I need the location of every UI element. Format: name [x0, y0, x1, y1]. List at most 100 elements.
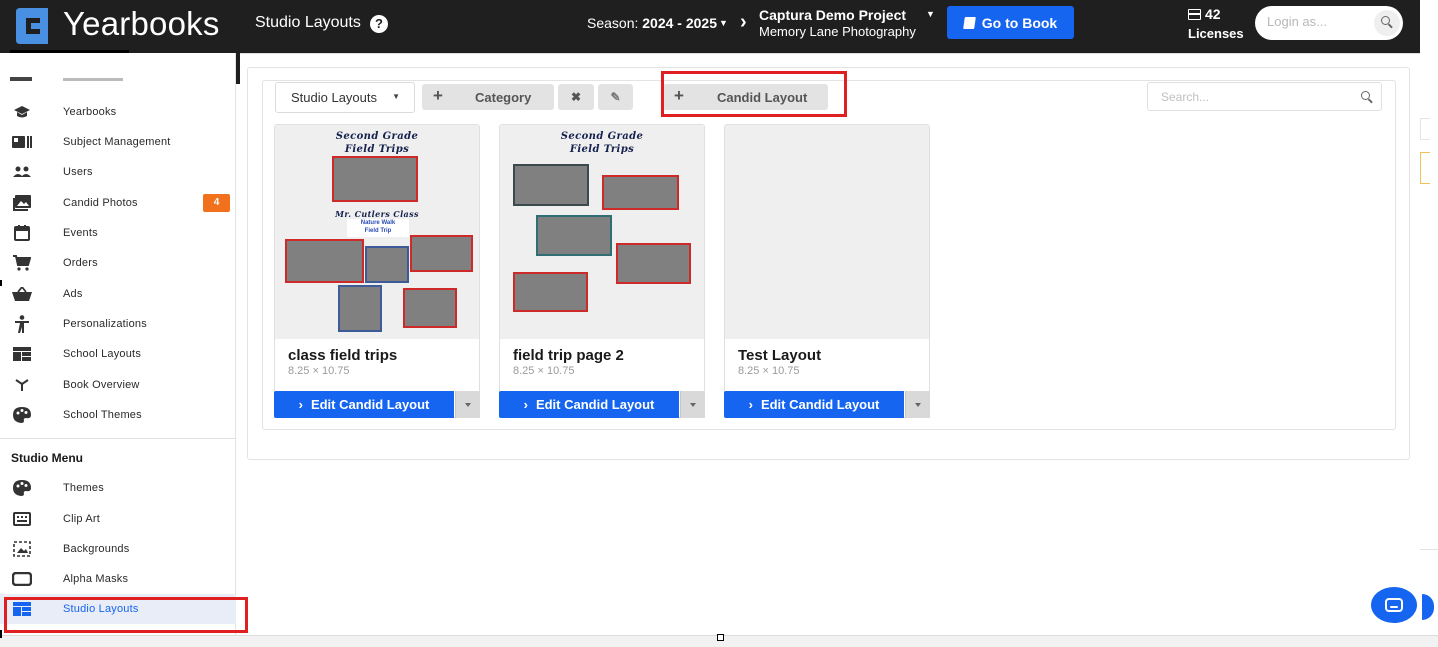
photos-icon [12, 193, 32, 213]
sidebar-item-subject-management[interactable]: Subject Management [0, 127, 236, 157]
sidebar-item-school-themes[interactable]: School Themes [0, 400, 236, 430]
edit-candid-layout-button[interactable]: › Edit Candid Layout [724, 391, 904, 418]
sidebar-item-hidden [63, 78, 123, 81]
sidebar-item-label: Alpha Masks [63, 573, 129, 585]
layout-type-select[interactable]: Studio Layouts ▼ [275, 82, 415, 113]
layout-icon [12, 599, 32, 619]
dashboard-icon [10, 77, 32, 81]
sidebar-item-label: Candid Photos [63, 197, 138, 209]
season-selector[interactable]: Season: 2024 - 2025 ▼ [587, 15, 728, 31]
layout-size: 8.25 × 10.75 [738, 365, 800, 377]
layout-options-dropdown[interactable] [905, 391, 930, 418]
layout-card: Second Grade Field Trips Mr. Cutlers Cla… [274, 124, 480, 418]
thumbnail-title-line: Field Trips [569, 144, 635, 155]
sidebar-item-label: Personalizations [63, 318, 147, 330]
sidebar-item-themes[interactable]: Themes [0, 473, 236, 503]
layout-icon [12, 344, 32, 364]
help-icon[interactable]: ? [370, 15, 388, 33]
sidebar-item-events[interactable]: Events [0, 218, 236, 248]
delete-category-button[interactable]: ✖ [558, 84, 594, 110]
sidebar-item-label: Orders [63, 257, 98, 269]
layout-thumbnail[interactable]: Second Grade Field Trips Mr. Cutlers Cla… [275, 125, 479, 339]
edge-mark [0, 280, 2, 286]
credit-card-icon [1188, 9, 1201, 20]
divider [0, 438, 236, 439]
sidebar-item-label: Studio Layouts [63, 603, 139, 615]
go-to-book-button[interactable]: Go to Book [947, 6, 1074, 39]
caret-down-icon[interactable]: ▼ [926, 9, 935, 19]
layout-card: Second Grade Field Trips field trip page… [499, 124, 705, 418]
photo-placeholder [410, 235, 473, 272]
login-as-input[interactable] [1267, 14, 1367, 29]
photo-placeholder [338, 285, 382, 332]
licenses-indicator: 42 Licenses [1188, 5, 1244, 43]
sidebar-item-ads[interactable]: Ads [0, 279, 236, 309]
layout-type-value: Studio Layouts [291, 90, 378, 105]
rounded-rect-icon [12, 569, 32, 589]
photo-placeholder [365, 246, 409, 283]
sidebar-item-clip-art[interactable]: Clip Art [0, 504, 236, 534]
sidebar-item-label: Yearbooks [63, 106, 117, 118]
layout-name: Test Layout [738, 347, 822, 364]
thumbnail-title: Second Grade Field Trips [275, 130, 479, 156]
add-category-button[interactable]: + Category [422, 84, 554, 110]
edge-panel [1420, 152, 1430, 184]
calendar-icon [12, 223, 32, 243]
plus-icon: + [674, 86, 684, 105]
thumbnail-caption-line: Field Trip [364, 228, 392, 234]
thumbnail-title-line: Field Trips [344, 144, 410, 155]
thumbnail-title: Second Grade Field Trips [500, 130, 704, 156]
season-label: Season: [587, 15, 639, 31]
add-candid-layout-button[interactable]: + Candid Layout [663, 84, 828, 110]
sidebar-item-personalizations[interactable]: Personalizations [0, 309, 236, 339]
photo-placeholder [513, 164, 589, 206]
sidebar-item-yearbooks[interactable]: Yearbooks [0, 97, 236, 127]
thumbnail-title-line: Second Grade [560, 131, 644, 142]
edit-candid-layout-button[interactable]: › Edit Candid Layout [274, 391, 454, 418]
person-icon [12, 314, 32, 334]
project-selector[interactable]: Captura Demo Project Memory Lane Photogr… [759, 7, 916, 39]
sidebar-item-book-overview[interactable]: Book Overview [0, 370, 236, 400]
layout-options-dropdown[interactable] [680, 391, 705, 418]
edit-candid-layout-button[interactable]: › Edit Candid Layout [499, 391, 679, 418]
layout-search-input[interactable] [1161, 90, 1341, 104]
sidebar-item-orders[interactable]: Orders [0, 248, 236, 278]
search-icon[interactable] [1361, 91, 1370, 100]
scroll-thumb[interactable] [717, 634, 724, 641]
season-value: 2024 - 2025 [642, 15, 717, 31]
photo-placeholder [513, 272, 588, 312]
add-candid-layout-label: Candid Layout [717, 89, 808, 105]
photo-placeholder [536, 215, 612, 256]
go-to-book-label: Go to Book [981, 14, 1058, 31]
layout-options-dropdown[interactable] [455, 391, 480, 418]
layout-thumbnail[interactable]: Second Grade Field Trips [500, 125, 704, 339]
layout-search-field [1147, 82, 1382, 111]
edge-mark [0, 630, 2, 638]
chat-launcher-button[interactable] [1371, 587, 1417, 623]
sidebar-item-alpha-masks[interactable]: Alpha Masks [0, 564, 236, 594]
layout-card: Test Layout 8.25 × 10.75 › Edit Candid L… [724, 124, 930, 418]
palette-icon [12, 405, 32, 425]
sidebar-item-label: Subject Management [63, 136, 171, 148]
image-frame-icon [12, 539, 32, 559]
edit-category-button[interactable]: ✎ [598, 84, 633, 110]
sidebar-item-users[interactable]: Users [0, 157, 236, 187]
graduation-cap-icon [12, 102, 32, 122]
chat-edge [1422, 594, 1434, 620]
palette-icon [12, 478, 32, 498]
thumbnail-caption: Nature Walk Field Trip [347, 219, 409, 237]
layout-thumbnail[interactable] [725, 125, 929, 339]
sidebar-item-label: School Layouts [63, 348, 142, 360]
sidebar-item-studio-layouts[interactable]: Studio Layouts [0, 594, 236, 624]
licenses-count: 42 [1205, 6, 1221, 22]
photo-placeholder [285, 239, 364, 283]
photo-placeholder [403, 288, 457, 328]
sidebar-item-candid-photos[interactable]: Candid Photos 4 [0, 188, 236, 218]
plus-icon: + [433, 86, 443, 105]
login-search-button[interactable] [1374, 10, 1400, 36]
layout-name: class field trips [288, 347, 398, 364]
sidebar-item-backgrounds[interactable]: Backgrounds [0, 534, 236, 564]
sidebar-item-label: Themes [63, 482, 104, 494]
sidebar-item-school-layouts[interactable]: School Layouts [0, 339, 236, 369]
thumbnail-title-line: Second Grade [335, 131, 419, 142]
